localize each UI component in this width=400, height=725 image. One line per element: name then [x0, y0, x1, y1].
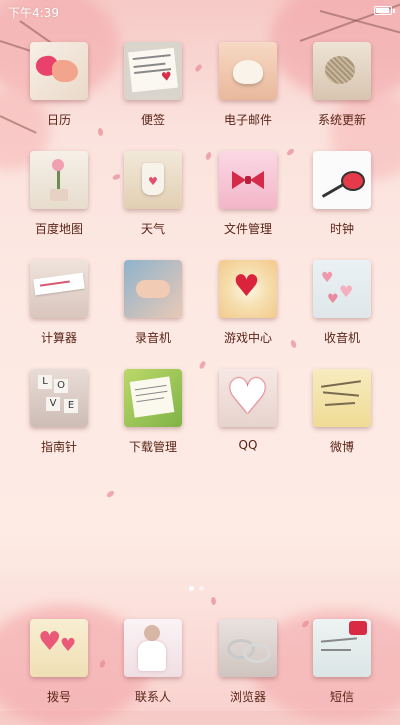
app-weather[interactable]: ♥ 天气	[113, 151, 193, 237]
app-label: 系统更新	[317, 113, 366, 127]
app-label: 计算器	[40, 331, 77, 345]
app-label: 收音机	[323, 331, 360, 345]
app-label: 百度地图	[34, 222, 83, 236]
app-label: 联系人	[134, 690, 171, 704]
app-label: 短信	[329, 690, 354, 704]
app-qq[interactable]: ♥ QQ	[208, 369, 288, 452]
app-label: 下载管理	[128, 440, 177, 454]
app-label: QQ	[238, 438, 258, 452]
system-update-icon[interactable]	[313, 42, 371, 100]
qq-icon[interactable]: ♥	[219, 369, 277, 427]
app-browser[interactable]: 浏览器	[208, 619, 288, 705]
battery-icon	[374, 6, 395, 15]
baidu-map-icon[interactable]	[30, 151, 88, 209]
app-contacts[interactable]: 联系人	[113, 619, 193, 705]
app-email[interactable]: 电子邮件	[208, 42, 288, 128]
dock: ♥ ♥ 拨号 联系人 浏览器 短信	[0, 600, 400, 711]
compass-icon[interactable]: L O V E	[30, 369, 88, 427]
app-label: 天气	[140, 222, 165, 236]
status-time: 下午4:39	[8, 6, 59, 20]
app-system-update[interactable]: 系统更新	[302, 42, 382, 128]
page-dot-active	[189, 586, 194, 591]
app-label: 录音机	[134, 331, 171, 345]
app-label: 浏览器	[229, 690, 266, 704]
app-clock[interactable]: 时钟	[302, 151, 382, 237]
app-label: 便签	[140, 113, 165, 127]
download-manager-icon[interactable]	[124, 369, 182, 427]
messages-icon[interactable]	[313, 619, 371, 677]
app-file-manager[interactable]: 文件管理	[208, 151, 288, 237]
browser-icon[interactable]	[219, 619, 277, 677]
game-center-icon[interactable]: ♥	[219, 260, 277, 318]
calendar-icon[interactable]	[30, 42, 88, 100]
app-compass[interactable]: L O V E 指南针	[19, 369, 99, 455]
clock-icon[interactable]	[313, 151, 371, 209]
status-bar: 下午4:39	[0, 0, 400, 22]
app-messages[interactable]: 短信	[302, 619, 382, 705]
weibo-icon[interactable]	[313, 369, 371, 427]
notes-icon[interactable]: ♥	[124, 42, 182, 100]
weather-icon[interactable]: ♥	[124, 151, 182, 209]
app-calendar[interactable]: 日历	[19, 42, 99, 128]
app-label: 文件管理	[223, 222, 272, 236]
app-baidu-map[interactable]: 百度地图	[19, 151, 99, 237]
app-label: 电子邮件	[223, 113, 272, 127]
app-notes[interactable]: ♥ 便签	[113, 42, 193, 128]
email-icon[interactable]	[219, 42, 277, 100]
page-dot	[199, 586, 204, 591]
app-game-center[interactable]: ♥ 游戏中心	[208, 260, 288, 346]
recorder-icon[interactable]	[124, 260, 182, 318]
app-label: 日历	[46, 113, 71, 127]
file-manager-icon[interactable]	[219, 151, 277, 209]
app-radio[interactable]: ♥ ♥ ♥ 收音机	[302, 260, 382, 346]
app-label: 拨号	[46, 690, 71, 704]
app-label: 指南针	[40, 440, 77, 454]
app-weibo[interactable]: 微博	[302, 369, 382, 455]
phone-icon[interactable]: ♥ ♥	[30, 619, 88, 677]
calculator-icon[interactable]	[30, 260, 88, 318]
app-calculator[interactable]: 计算器	[19, 260, 99, 346]
contacts-icon[interactable]	[124, 619, 182, 677]
app-label: 时钟	[329, 222, 354, 236]
radio-icon[interactable]: ♥ ♥ ♥	[313, 260, 371, 318]
app-download-manager[interactable]: 下载管理	[113, 369, 193, 455]
app-recorder[interactable]: 录音机	[113, 260, 193, 346]
app-phone[interactable]: ♥ ♥ 拨号	[19, 619, 99, 705]
app-label: 微博	[329, 440, 354, 454]
app-label: 游戏中心	[223, 331, 272, 345]
